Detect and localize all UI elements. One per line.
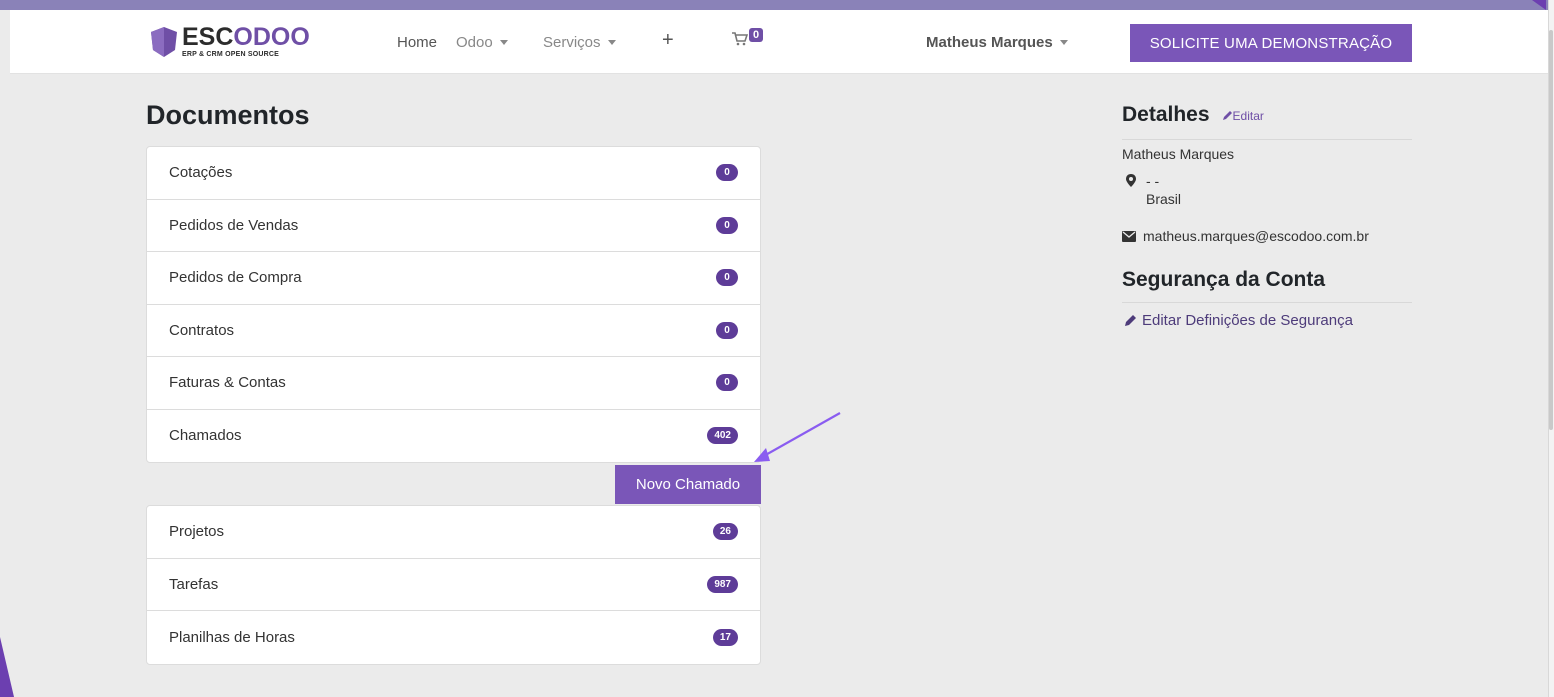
list-item-sales-orders[interactable]: Pedidos de Vendas 0 (147, 200, 760, 252)
edit-details-link[interactable]: Editar (1222, 109, 1264, 123)
contact-address: - - Brasil (1126, 172, 1181, 208)
nav-odoo-dropdown[interactable]: Odoo (456, 34, 508, 51)
logo[interactable]: ESCODOO ERP & CRM OPEN SOURCE (150, 25, 310, 58)
count-badge: 0 (716, 374, 738, 392)
scrollbar[interactable] (1548, 0, 1554, 697)
cart-count-badge: 0 (749, 28, 764, 42)
corner-decoration (0, 637, 14, 697)
page-title: Documentos (146, 100, 310, 130)
logo-tagline: ERP & CRM OPEN SOURCE (182, 51, 280, 58)
cart-icon (732, 32, 748, 46)
pencil-icon (1125, 315, 1136, 326)
logo-wordmark: ESCODOO (182, 23, 310, 51)
documents-list-projects: Projetos 26 Tarefas 987 Planilhas de Horas… (146, 505, 761, 665)
details-heading: Detalhes Editar (1122, 103, 1264, 126)
security-heading: Segurança da Conta (1122, 268, 1326, 291)
shield-logo-icon (151, 26, 177, 57)
list-item-timesheets[interactable]: Planilhas de Horas 17 (147, 611, 760, 664)
map-marker-icon (1126, 174, 1136, 187)
list-item-projects[interactable]: Projetos 26 (147, 506, 760, 559)
divider (1122, 139, 1412, 140)
list-item-quotations[interactable]: Cotações 0 (147, 147, 760, 200)
count-badge: 0 (716, 269, 738, 287)
scrollbar-thumb[interactable] (1549, 30, 1553, 430)
documents-list-main: Cotações 0 Pedidos de Vendas 0 Pedidos de … (146, 146, 761, 463)
edit-security-link[interactable]: Editar Definições de Segurança (1124, 312, 1353, 329)
annotation-arrow (754, 412, 841, 462)
plus-icon[interactable]: + (662, 29, 674, 52)
request-demo-button[interactable]: SOLICITE UMA DEMONSTRAÇÃO (1130, 24, 1412, 62)
count-badge: 987 (707, 575, 738, 593)
pencil-icon (1222, 111, 1232, 120)
list-item-purchase-orders[interactable]: Pedidos de Compra 0 (147, 252, 760, 305)
chevron-down-icon (607, 40, 616, 45)
navbar: ESCODOO ERP & CRM OPEN SOURCE Home Odoo … (10, 10, 1548, 74)
count-badge: 0 (716, 164, 738, 182)
nav-services-dropdown[interactable]: Serviços (543, 34, 616, 51)
cart-link[interactable]: 0 (732, 28, 764, 46)
chevron-down-icon (1059, 40, 1068, 45)
count-badge: 0 (716, 216, 738, 234)
contact-email: matheus.marques@escodoo.com.br (1122, 228, 1369, 244)
count-badge: 17 (712, 628, 738, 646)
divider (1122, 302, 1412, 303)
nav-home[interactable]: Home (397, 34, 437, 51)
contact-name: Matheus Marques (1122, 146, 1235, 162)
list-item-tasks[interactable]: Tarefas 987 (147, 559, 760, 611)
list-item-invoices[interactable]: Faturas & Contas 0 (147, 357, 760, 410)
count-badge: 402 (707, 427, 738, 445)
top-border (0, 0, 1554, 10)
count-badge: 0 (716, 321, 738, 339)
count-badge: 26 (712, 523, 738, 541)
list-item-tickets[interactable]: Chamados 402 (147, 410, 760, 463)
corner-decoration (1532, 0, 1546, 10)
envelope-icon (1122, 230, 1136, 242)
chevron-down-icon (499, 40, 508, 45)
list-item-contracts[interactable]: Contratos 0 (147, 305, 760, 357)
user-menu-dropdown[interactable]: Matheus Marques (926, 34, 1068, 51)
